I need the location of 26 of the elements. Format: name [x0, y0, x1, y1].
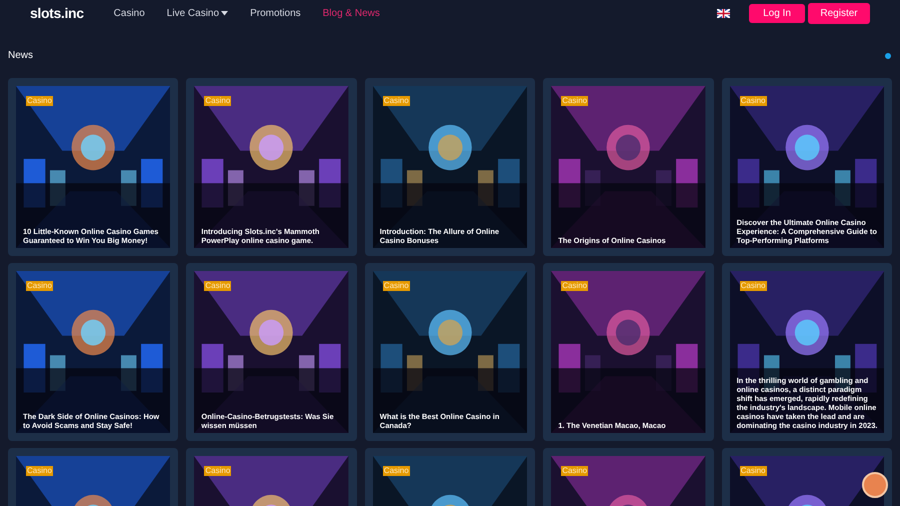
category-tag: Casino — [740, 96, 766, 106]
flag-icon[interactable] — [717, 8, 730, 18]
nav-link[interactable]: Live Casino — [166, 6, 228, 20]
article-card[interactable] — [722, 263, 892, 441]
category-tag: Casino — [204, 281, 232, 291]
nav-link[interactable]: Promotions — [250, 6, 301, 20]
caret-icon — [221, 10, 228, 16]
nav-link[interactable]: Casino — [114, 6, 145, 20]
category-tag: Casino — [26, 281, 53, 291]
logo[interactable]: slots.inc — [30, 2, 84, 24]
category-tag: Casino — [561, 281, 588, 291]
category-tag: Casino — [204, 96, 232, 106]
section-title: News — [8, 49, 34, 63]
category-tag: Casino — [382, 466, 410, 476]
category-tag: Casino — [204, 466, 232, 476]
category-tag: Casino — [382, 281, 410, 291]
category-tag: Casino — [740, 281, 766, 291]
category-tag: Casino — [26, 96, 53, 106]
nav-link[interactable]: Blog & News — [322, 6, 380, 20]
category-tag: Casino — [382, 96, 410, 106]
category-tag: Casino — [740, 466, 766, 476]
register-button[interactable]: Register — [808, 2, 870, 24]
category-tag: Casino — [561, 466, 588, 476]
login-button[interactable]: Log In — [749, 4, 805, 22]
category-tag: Casino — [561, 96, 588, 106]
category-tag: Casino — [26, 466, 53, 476]
